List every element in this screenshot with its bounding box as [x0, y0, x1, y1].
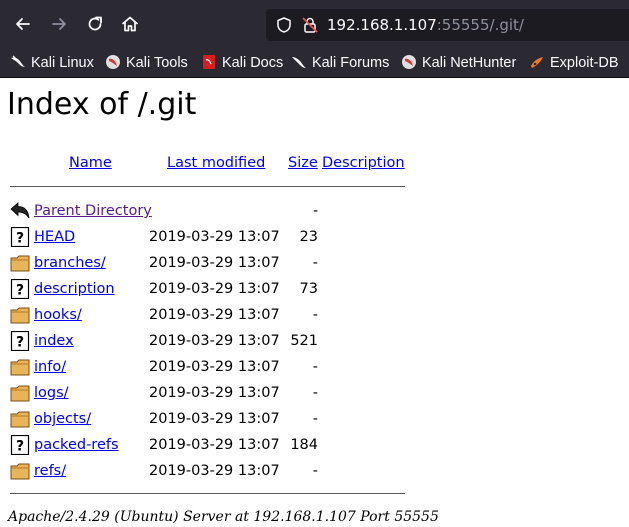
last-modified-cell: 2019-03-29 13:07: [149, 385, 280, 401]
url-bar[interactable]: 192.168.1.107:55555/.git/: [266, 9, 629, 41]
folder-icon: [10, 253, 30, 273]
folder-icon: [10, 357, 30, 377]
kali-forums-icon: [292, 57, 306, 68]
bookmark-label: Kali Linux: [31, 55, 94, 71]
bookmark-kali-tools[interactable]: Kali Tools: [105, 48, 188, 78]
bookmark-exploit-db[interactable]: Exploit-DB: [529, 48, 619, 78]
size-cell: -: [312, 385, 318, 401]
shield-icon[interactable]: [275, 16, 293, 34]
kali-tools-icon: [106, 55, 120, 69]
parent-size: -: [313, 203, 319, 219]
last-modified-cell: 2019-03-29 13:07: [149, 333, 280, 349]
size-cell: 73: [299, 281, 318, 297]
bookmark-label: Kali Docs: [222, 55, 284, 71]
last-modified-cell: 2019-03-29 13:07: [149, 411, 280, 427]
unknown-file-icon: ?: [10, 330, 30, 352]
svg-text:?: ?: [16, 283, 24, 299]
last-modified-cell: 2019-03-29 13:07: [149, 307, 280, 323]
last-modified-cell: 2019-03-29 13:07: [149, 463, 280, 479]
bookmark-kali-linux[interactable]: Kali Linux: [10, 48, 94, 78]
arrow-left-icon[interactable]: [13, 14, 33, 34]
sort-by-name-link[interactable]: Name: [69, 155, 112, 171]
insecure-lock-icon[interactable]: [301, 16, 319, 34]
unknown-file-icon: ?: [10, 434, 30, 456]
bookmark-label: Kali NetHunter: [422, 55, 517, 71]
footer-divider: [10, 493, 405, 494]
svg-text:?: ?: [16, 335, 24, 351]
size-cell: -: [312, 359, 318, 375]
svg-text:?: ?: [16, 439, 24, 455]
last-modified-cell: 2019-03-29 13:07: [149, 255, 280, 271]
unknown-file-icon: ?: [10, 278, 30, 300]
parent-directory-link[interactable]: Parent Directory: [34, 203, 152, 219]
folder-icon: [10, 461, 30, 481]
size-cell: -: [312, 411, 318, 427]
file-link[interactable]: branches/: [34, 255, 106, 271]
server-signature: Apache/2.4.29 (Ubuntu) Server at 192.168…: [8, 509, 439, 525]
home-icon[interactable]: [120, 14, 140, 34]
file-link[interactable]: packed-refs: [34, 437, 119, 453]
bookmark-kali-docs[interactable]: Kali Docs: [201, 48, 283, 78]
size-cell: -: [312, 255, 318, 271]
folder-icon: [10, 383, 30, 403]
kali-docs-icon: [203, 55, 215, 69]
header-divider: [10, 186, 405, 187]
bookmark-label: Kali Forums: [312, 55, 390, 71]
size-cell: 184: [290, 437, 318, 453]
url-text[interactable]: 192.168.1.107:55555/.git/: [327, 9, 524, 41]
last-modified-cell: 2019-03-29 13:07: [149, 359, 280, 375]
kali-nethunter-icon: [402, 55, 416, 69]
size-cell: 23: [299, 229, 318, 245]
back-arrow-icon: [10, 202, 30, 219]
file-link[interactable]: objects/: [34, 411, 91, 427]
bookmark-kali-nethunter[interactable]: Kali NetHunter: [401, 48, 516, 78]
sort-by-description-link[interactable]: Description: [322, 155, 405, 171]
svg-text:?: ?: [16, 231, 24, 247]
last-modified-cell: 2019-03-29 13:07: [149, 437, 280, 453]
reload-icon[interactable]: [85, 14, 105, 34]
unknown-file-icon: ?: [10, 226, 30, 248]
bookmark-label: Exploit-DB: [550, 55, 619, 71]
url-host: 192.168.1.107: [327, 16, 437, 34]
file-link[interactable]: logs/: [34, 385, 69, 401]
folder-icon: [10, 305, 30, 325]
kali-dragon-icon: [11, 55, 25, 67]
size-cell: -: [312, 463, 318, 479]
exploit-db-icon: [531, 57, 543, 68]
folder-icon: [10, 409, 30, 429]
page-title: Index of /.git: [7, 87, 197, 122]
bookmarks-toolbar: Kali Linux Kali Tools Kali Docs Kali For…: [0, 48, 629, 78]
arrow-right-icon[interactable]: [49, 14, 69, 34]
sort-by-last-modified-link[interactable]: Last modified: [167, 155, 265, 171]
file-link[interactable]: HEAD: [34, 229, 75, 245]
size-cell: -: [312, 307, 318, 323]
sort-by-size-link[interactable]: Size: [288, 155, 318, 171]
size-cell: 521: [290, 333, 318, 349]
file-link[interactable]: hooks/: [34, 307, 82, 323]
file-link[interactable]: refs/: [34, 463, 66, 479]
last-modified-cell: 2019-03-29 13:07: [149, 281, 280, 297]
bookmark-kali-forums[interactable]: Kali Forums: [291, 48, 389, 78]
file-link[interactable]: index: [34, 333, 74, 349]
url-port-path: :55555/.git/: [436, 16, 524, 34]
file-link[interactable]: info/: [34, 359, 66, 375]
last-modified-cell: 2019-03-29 13:07: [149, 229, 280, 245]
file-link[interactable]: description: [34, 281, 115, 297]
browser-toolbar: 192.168.1.107:55555/.git/: [0, 0, 629, 48]
bookmark-label: Kali Tools: [126, 55, 188, 71]
